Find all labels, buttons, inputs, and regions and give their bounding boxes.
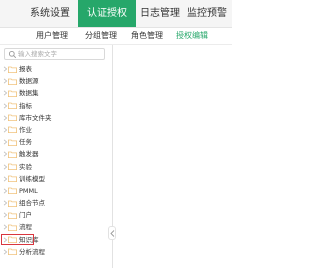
tree-node[interactable]: PMML: [0, 185, 112, 197]
folder-icon: [8, 212, 17, 219]
folder-icon: [8, 248, 17, 256]
subtab-user-management[interactable]: 用户管理: [36, 28, 68, 44]
tree-node[interactable]: 库市文件夹: [0, 112, 112, 124]
tree-node-label: 触发器: [19, 150, 39, 159]
tree-node-label: 分析流程: [19, 247, 45, 256]
tree-node[interactable]: 数据源: [0, 75, 112, 87]
highlight-box: [1, 234, 34, 246]
tree-node[interactable]: 数据集: [0, 87, 112, 99]
folder-icon: [8, 114, 17, 122]
top-navigation: 系统设置 认证授权 日志管理 监控预警: [0, 0, 232, 28]
search-input[interactable]: [18, 49, 102, 59]
tab-log-management[interactable]: 日志管理: [136, 0, 184, 27]
tree-node[interactable]: 实验: [0, 161, 112, 173]
folder-icon: [8, 127, 17, 134]
search-icon: [8, 50, 17, 59]
tab-auth[interactable]: 认证授权: [78, 0, 136, 27]
folder-icon: [8, 163, 17, 170]
folder-icon: [8, 139, 17, 146]
tree-node-label: 指标: [19, 101, 32, 110]
tree-node-label: 训练模型: [19, 174, 45, 183]
tree-node-label: 门户: [19, 211, 32, 220]
tree-node-label: 库市文件夹: [19, 113, 52, 122]
tree-node[interactable]: 作业: [0, 124, 112, 136]
resource-tree-panel: 报表数据源数据集指标库市文件夹作业任务触发器实验训练模型 PMML 组合节点门户流程…: [0, 45, 113, 268]
folder-icon: [8, 78, 17, 85]
tree-node[interactable]: 任务: [0, 136, 112, 148]
folder-icon: [8, 224, 17, 231]
tree-node[interactable]: 组合节点: [0, 197, 112, 209]
tree-node[interactable]: 触发器: [0, 148, 112, 160]
tree-node[interactable]: 报表: [0, 63, 112, 75]
tree-node-label: 作业: [19, 125, 32, 134]
tree-node-label: 数据集: [19, 89, 39, 98]
tree-node-label: 数据源: [19, 77, 39, 86]
tree-node-label: 组合节点: [19, 199, 45, 208]
tab-monitoring[interactable]: 监控预警: [184, 0, 230, 27]
chevron-left-icon: [110, 230, 115, 237]
tree-node[interactable]: 门户: [0, 209, 112, 221]
folder-icon: [8, 175, 17, 183]
collapse-panel-button[interactable]: [108, 226, 116, 240]
subtab-role-management[interactable]: 角色管理: [131, 28, 163, 44]
folder-icon: [8, 187, 17, 195]
folder-icon: [8, 102, 17, 110]
sub-navigation: 用户管理 分组管理 角色管理 授权编辑: [0, 28, 232, 45]
folder-icon: [8, 90, 17, 97]
tree-node[interactable]: 知识库: [0, 234, 112, 246]
tab-system-settings[interactable]: 系统设置: [28, 0, 72, 27]
search-box: [4, 48, 105, 60]
tree-node-label: 报表: [19, 65, 32, 73]
folder-icon: [8, 200, 17, 207]
subtab-auth-edit[interactable]: 授权编辑: [176, 28, 208, 44]
resource-tree: 报表数据源数据集指标库市文件夹作业任务触发器实验训练模型 PMML 组合节点门户流程…: [0, 63, 112, 258]
tree-node[interactable]: 流程: [0, 221, 112, 233]
tree-node-label: 实验: [19, 162, 32, 171]
tree-node[interactable]: 分析流程: [0, 246, 112, 258]
tree-node-label: 流程: [19, 223, 32, 232]
tree-node[interactable]: 指标: [0, 100, 112, 112]
tree-node-label: PMML: [19, 186, 38, 195]
folder-icon: [8, 66, 17, 73]
folder-icon: [8, 151, 17, 158]
subtab-group-management[interactable]: 分组管理: [85, 28, 117, 44]
tree-node-label: 任务: [19, 138, 32, 147]
tree-node[interactable]: 训练模型: [0, 173, 112, 185]
